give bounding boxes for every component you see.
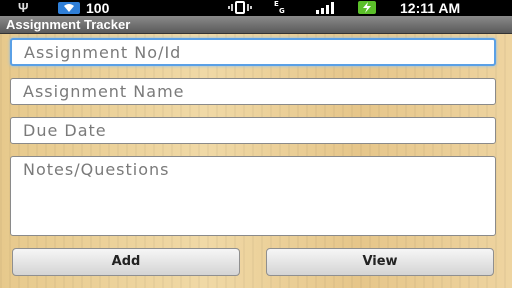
form-container: Add View <box>0 34 512 288</box>
vibrate-icon <box>228 1 252 17</box>
svg-text:G: G <box>279 7 285 14</box>
title-bar: Assignment Tracker <box>0 16 512 34</box>
assignment-name-input[interactable] <box>10 78 496 105</box>
app-title: Assignment Tracker <box>6 17 131 32</box>
assignment-id-input[interactable] <box>10 38 496 66</box>
due-date-input[interactable] <box>10 117 496 144</box>
data-icon: E G <box>274 0 288 15</box>
add-button[interactable]: Add <box>12 248 240 276</box>
clock: 12:11 AM <box>400 0 461 16</box>
charging-icon <box>358 1 376 14</box>
usb-icon: Ψ <box>18 0 29 15</box>
wifi-icon <box>58 2 80 14</box>
battery-percent: 100 <box>86 0 110 16</box>
signal-icon <box>316 2 340 17</box>
status-bar: Ψ 100 E G 12:11 AM <box>0 0 512 16</box>
notes-input[interactable] <box>10 156 496 236</box>
view-button[interactable]: View <box>266 248 494 276</box>
